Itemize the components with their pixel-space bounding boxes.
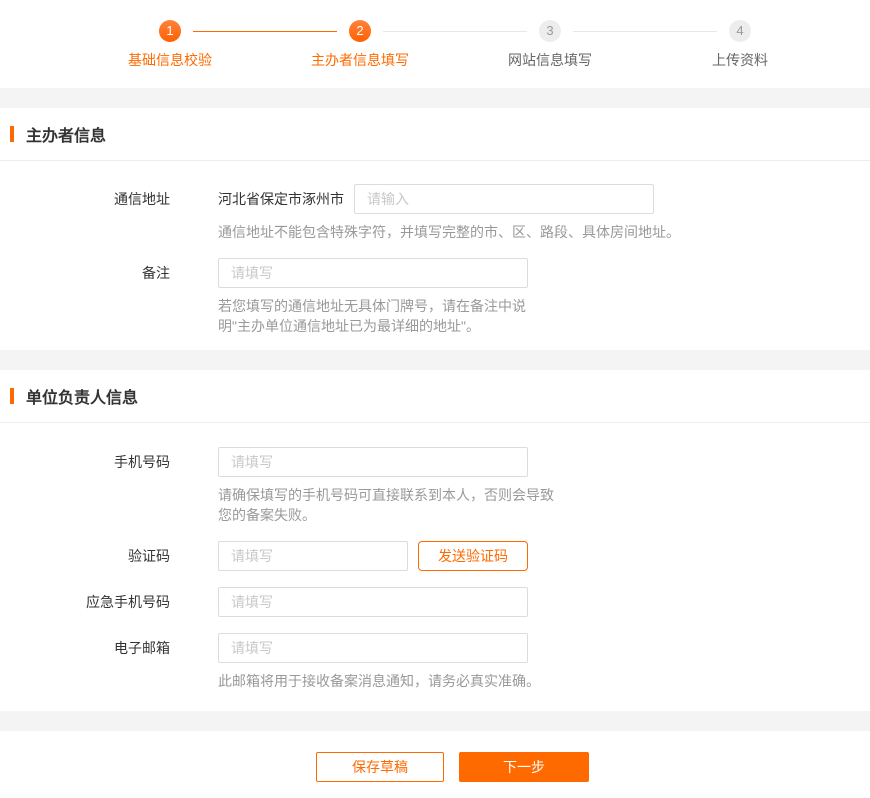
step-item-1: 1 基础信息校验 [75,20,337,70]
email-help: 此邮箱将用于接收备案消息通知，请务必真实准确。 [218,673,540,689]
emergency-mobile-input[interactable] [218,587,528,617]
address-help: 通信地址不能包含特殊字符，并填写完整的市、区、路段、具体房间地址。 [218,224,680,240]
address-row: 通信地址 河北省保定市涿州市 通信地址不能包含特殊字符，并填写完整的市、区、路段… [0,184,870,242]
emergency-mobile-row: 应急手机号码 [0,587,870,617]
emergency-mobile-label: 应急手机号码 [86,594,170,610]
next-step-button[interactable]: 下一步 [459,752,589,782]
address-label: 通信地址 [114,191,170,207]
send-captcha-button[interactable]: 发送验证码 [418,541,528,571]
organizer-section-title: 主办者信息 [26,128,107,145]
step-item-2: 2 主办者信息填写 [265,20,527,70]
step-3-label: 网站信息填写 [508,52,592,68]
contact-section-header: 单位负责人信息 [0,370,870,423]
remark-row: 备注 若您填写的通信地址无具体门牌号，请在备注中说明"主办单位通信地址已为最详细… [0,258,870,350]
wizard-stepper: 1 基础信息校验 2 主办者信息填写 3 网站信息填写 4 上传资料 [0,0,870,88]
remark-input[interactable] [218,258,528,288]
mobile-label: 手机号码 [114,454,170,470]
remark-label: 备注 [142,265,170,281]
section-accent-bar [10,388,14,404]
contact-section-title: 单位负责人信息 [26,390,139,407]
step-2-label: 主办者信息填写 [311,52,409,68]
mobile-input[interactable] [218,447,528,477]
step-2-circle: 2 [349,20,371,42]
divider-band [0,88,870,108]
step-3-circle: 3 [539,20,561,42]
save-draft-button[interactable]: 保存草稿 [316,752,444,782]
captcha-row: 验证码 发送验证码 [0,541,870,571]
address-region-prefix: 河北省保定市涿州市 [218,191,344,207]
section-accent-bar [10,126,14,142]
step-1-circle: 1 [159,20,181,42]
divider-band [0,350,870,370]
address-input[interactable] [354,184,654,214]
mobile-help: 请确保填写的手机号码可直接联系到本人，否则会导致您的备案失败。 [218,487,554,523]
mobile-row: 手机号码 请确保填写的手机号码可直接联系到本人，否则会导致您的备案失败。 [0,447,870,525]
footer-actions: 保存草稿 下一步 [0,731,870,798]
captcha-label: 验证码 [128,548,170,564]
email-label: 电子邮箱 [114,640,170,656]
step-4-circle: 4 [729,20,751,42]
section-organizer: 主办者信息 通信地址 河北省保定市涿州市 通信地址不能包含特殊字符，并填写完整的… [0,108,870,350]
captcha-input[interactable] [218,541,408,571]
email-row: 电子邮箱 此邮箱将用于接收备案消息通知，请务必真实准确。 [0,633,870,711]
step-item-3: 3 网站信息填写 [455,20,717,70]
step-item-4: 4 上传资料 [645,20,835,70]
section-contact-person: 单位负责人信息 手机号码 请确保填写的手机号码可直接联系到本人，否则会导致您的备… [0,370,870,711]
step-4-label: 上传资料 [712,52,768,68]
email-input[interactable] [218,633,528,663]
divider-band [0,711,870,731]
organizer-section-header: 主办者信息 [0,108,870,161]
step-1-label: 基础信息校验 [128,52,212,68]
remark-help: 若您填写的通信地址无具体门牌号，请在备注中说明"主办单位通信地址已为最详细的地址… [218,298,526,334]
